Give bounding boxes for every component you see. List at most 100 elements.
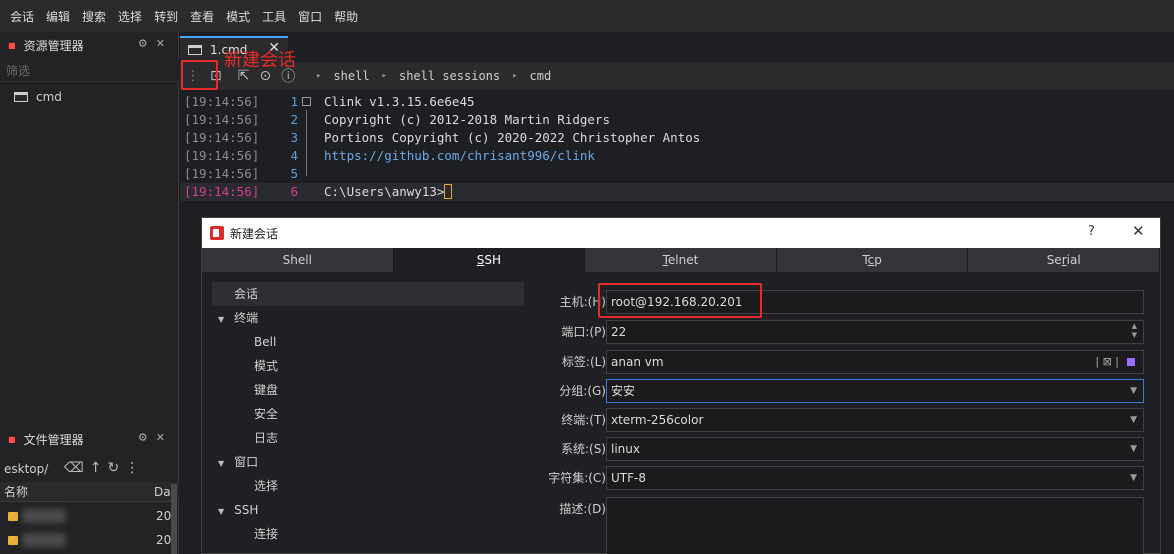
more-icon[interactable]: ⋮ xyxy=(125,460,145,476)
breadcrumb-cmd[interactable]: cmd xyxy=(530,69,552,83)
menu-select[interactable]: 选择 xyxy=(112,8,148,25)
file-scrollbar[interactable] xyxy=(171,484,177,554)
new-session-dialog: 新建会话 ? ✕ Shell SSH Telnet Tcp Serial 会话 … xyxy=(201,217,1161,554)
tree-item-mode[interactable]: 模式 xyxy=(254,354,278,378)
resource-item-cmd[interactable]: cmd xyxy=(14,90,62,104)
blurred-filename xyxy=(22,509,66,523)
tree-item-window[interactable]: ▼ 窗口 xyxy=(218,450,258,474)
close-icon[interactable]: ✕ xyxy=(156,431,173,444)
spin-arrows-icon[interactable]: ▲ ▼ xyxy=(1132,322,1137,340)
menu-help[interactable]: 帮助 xyxy=(328,8,364,25)
blurred-filename xyxy=(22,533,66,547)
charset-value: UTF-8 xyxy=(611,471,646,485)
terminal-line: [19:14:56] 1 Clink v1.3.15.6e6e45 xyxy=(180,93,1174,111)
dropdown-arrow-icon[interactable]: ▼ xyxy=(1130,467,1137,489)
tree-item-select[interactable]: 选择 xyxy=(254,474,278,498)
menu-bar: 会话 编辑 搜索 选择 转到 查看 模式 工具 窗口 帮助 xyxy=(0,0,1174,32)
expand-arrow-icon[interactable]: ▼ xyxy=(218,315,224,324)
tree-item-bell[interactable]: Bell xyxy=(254,330,276,354)
file-path-text[interactable]: esktop/ xyxy=(4,462,48,476)
color-swatch-icon[interactable] xyxy=(1127,358,1135,366)
resource-manager-header: ■ 资源管理器 ⚙✕ xyxy=(0,32,179,58)
folder-icon xyxy=(8,535,18,545)
tab-text: ial xyxy=(1066,253,1081,267)
tree-item-log[interactable]: 日志 xyxy=(254,426,278,450)
group-value: 安安 xyxy=(611,384,636,398)
terminal-line: [19:14:56] 4 https://github.com/chrisant… xyxy=(180,147,1174,165)
help-button[interactable]: ? xyxy=(1088,224,1095,239)
line-timestamp: [19:14:56] xyxy=(184,112,260,127)
dropdown-arrow-icon[interactable]: ▼ xyxy=(1130,409,1137,431)
line-number: 4 xyxy=(290,148,298,163)
breadcrumb-shell[interactable]: shell xyxy=(333,69,369,83)
line-number: 2 xyxy=(290,112,298,127)
charset-select[interactable]: UTF-8 ▼ xyxy=(606,466,1144,490)
line-link[interactable]: https://github.com/chrisant996/clink xyxy=(324,147,595,165)
file-row[interactable]: 20 xyxy=(0,505,179,527)
dialog-title-bar[interactable]: 新建会话 ? ✕ xyxy=(202,218,1160,248)
prompt-line[interactable]: C:\Users\anwy13> xyxy=(324,183,453,201)
terminal-output[interactable]: [19:14:56] 1 Clink v1.3.15.6e6e45 [19:14… xyxy=(180,92,1174,204)
menu-view[interactable]: 查看 xyxy=(184,8,220,25)
system-value: linux xyxy=(611,442,640,456)
file-path-bar[interactable]: esktop/ ⌫↑↻⋮ xyxy=(0,456,179,482)
file-date: 20 xyxy=(156,509,172,523)
menu-mode[interactable]: 模式 xyxy=(220,8,256,25)
clear-icon[interactable]: ⌫ xyxy=(64,460,90,476)
tab-tcp[interactable]: Tcp xyxy=(776,248,969,272)
divider-icon: | xyxy=(1095,355,1100,368)
line-number: 1 xyxy=(290,94,298,109)
host-highlight xyxy=(598,283,762,318)
tree-item-connection[interactable]: 连接 xyxy=(254,522,278,546)
tree-item-security[interactable]: 安全 xyxy=(254,402,278,426)
tag-input[interactable]: anan vm | ⊠ | xyxy=(606,350,1144,374)
dropdown-arrow-icon[interactable]: ▼ xyxy=(1130,380,1137,402)
expand-arrow-icon[interactable]: ▼ xyxy=(218,507,224,516)
menu-search[interactable]: 搜索 xyxy=(76,8,112,25)
menu-tools[interactable]: 工具 xyxy=(256,8,292,25)
clear-tag-icon[interactable]: ⊠ xyxy=(1103,355,1112,368)
tab-text: Shell xyxy=(282,253,312,267)
tree-item-keyboard[interactable]: 键盘 xyxy=(254,378,278,402)
tab-serial[interactable]: Serial xyxy=(968,248,1160,272)
terminal-current-line: [19:14:56] 6 C:\Users\anwy13> xyxy=(180,183,1174,201)
system-row: 系统:(S) linux ▼ xyxy=(522,437,1152,461)
settings-icon[interactable]: ⚙ xyxy=(138,431,156,444)
column-date[interactable]: Da xyxy=(154,485,171,499)
line-number: 3 xyxy=(290,130,298,145)
close-icon[interactable]: ✕ xyxy=(156,37,173,50)
resource-filter-input[interactable]: 筛选 xyxy=(0,60,179,82)
tag-tools: | ⊠ | xyxy=(1095,351,1135,373)
tree-item-session[interactable]: 会话 xyxy=(212,282,524,306)
menu-goto[interactable]: 转到 xyxy=(148,8,184,25)
tab-telnet[interactable]: Telnet xyxy=(585,248,777,272)
terminal-type-select[interactable]: xterm-256color ▼ xyxy=(606,408,1144,432)
dropdown-arrow-icon[interactable]: ▼ xyxy=(1130,438,1137,460)
menu-window[interactable]: 窗口 xyxy=(292,8,328,25)
line-timestamp: [19:14:56] xyxy=(184,166,260,181)
tag-value: anan vm xyxy=(611,355,664,369)
up-arrow-icon[interactable]: ↑ xyxy=(90,460,108,476)
group-select[interactable]: 安安 ▼ xyxy=(606,379,1144,403)
tree-item-ssh[interactable]: ▼ SSH xyxy=(218,498,258,522)
breadcrumb-shell-sessions[interactable]: shell sessions xyxy=(399,69,500,83)
new-session-annotation: 新建会话 xyxy=(224,50,296,71)
tab-ssh[interactable]: SSH xyxy=(393,248,586,272)
dialog-close-button[interactable]: ✕ xyxy=(1132,222,1145,240)
refresh-icon[interactable]: ↻ xyxy=(108,460,126,476)
description-textarea[interactable] xyxy=(606,497,1144,554)
system-select[interactable]: linux ▼ xyxy=(606,437,1144,461)
tree-item-terminal[interactable]: ▼ 终端 xyxy=(218,306,258,330)
tab-shell[interactable]: Shell xyxy=(202,248,394,272)
settings-icon[interactable]: ⚙ xyxy=(138,37,156,50)
file-row[interactable]: 20 xyxy=(0,529,179,551)
settings-tree: 会话 ▼ 终端 Bell 模式 键盘 安全 日志 ▼ 窗口 选择 ▼ SSH 连接 xyxy=(212,282,524,552)
terminal-line: [19:14:56] 5 xyxy=(180,165,1174,183)
fold-icon[interactable] xyxy=(302,97,311,106)
port-spinbox[interactable]: 22 ▲ ▼ xyxy=(606,320,1144,344)
column-name[interactable]: 名称 xyxy=(4,483,150,500)
menu-session[interactable]: 会话 xyxy=(4,8,40,25)
menu-edit[interactable]: 编辑 xyxy=(40,8,76,25)
tag-row: 标签:(L) anan vm | ⊠ | xyxy=(522,350,1152,374)
expand-arrow-icon[interactable]: ▼ xyxy=(218,459,224,468)
